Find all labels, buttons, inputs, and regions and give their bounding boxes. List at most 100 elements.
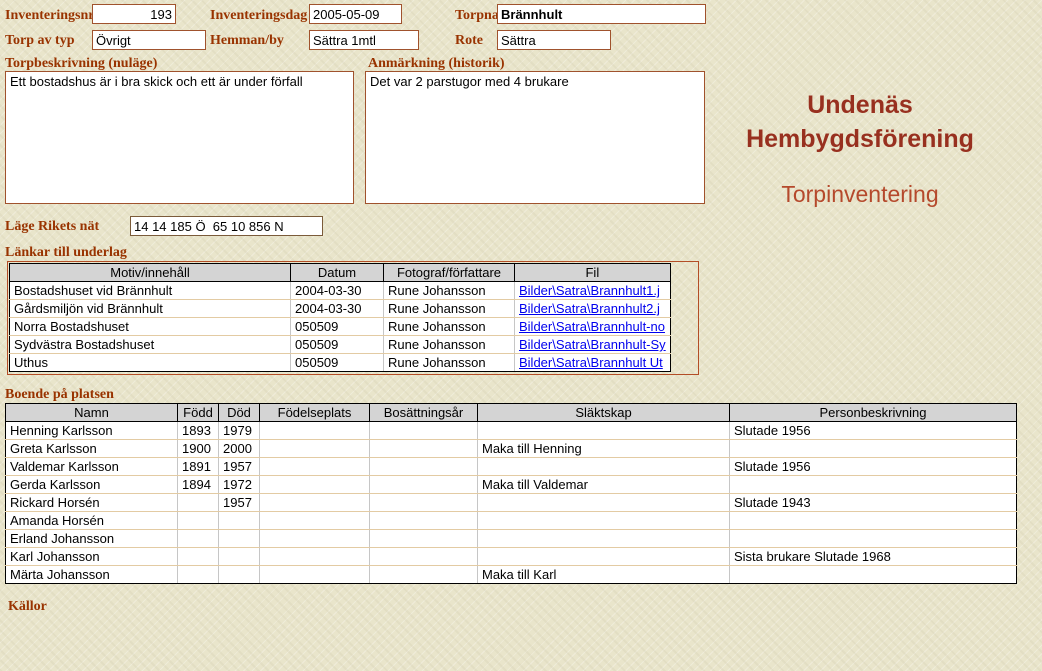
cell-slaktskap [478,512,730,530]
col-header-datum: Datum [291,264,384,282]
cell-namn: Valdemar Karlsson [6,458,178,476]
table-row: Valdemar Karlsson 1891 1957 Slutade 1956 [6,458,1017,476]
cell-fotograf: Rune Johansson [384,300,515,318]
rote-input[interactable] [497,30,611,50]
cell-namn: Erland Johansson [6,530,178,548]
col-header-bosattningsar: Bosättningsår [370,404,478,422]
col-header-personbeskrivning: Personbeskrivning [730,404,1017,422]
cell-dod [219,548,260,566]
inventeringsnr-input[interactable] [92,4,176,24]
col-header-fotograf: Fotograf/författare [384,264,515,282]
cell-personbeskrivning [730,530,1017,548]
hemman-by-input[interactable] [309,30,419,50]
links-table-container: Motiv/innehåll Datum Fotograf/författare… [7,261,699,375]
cell-dod [219,530,260,548]
table-row: Rickard Horsén 1957 Slutade 1943 [6,494,1017,512]
cell-fodd: 1894 [178,476,219,494]
anmarkning-label: Anmärkning (historik) [368,56,505,72]
cell-fil: Bilder\Satra\Brannhult2.j [515,300,671,318]
file-link[interactable]: Bilder\Satra\Brannhult1.j [519,283,660,298]
cell-namn: Henning Karlsson [6,422,178,440]
cell-fodd [178,494,219,512]
hemman-by-label: Hemman/by [210,33,284,49]
cell-fotograf: Rune Johansson [384,282,515,300]
table-row: Henning Karlsson 1893 1979 Slutade 1956 [6,422,1017,440]
anmarkning-textarea[interactable]: Det var 2 parstugor med 4 brukare [365,71,705,204]
cell-bosattningsar [370,458,478,476]
torp-av-typ-input[interactable] [92,30,206,50]
cell-bosattningsar [370,548,478,566]
torp-av-typ-label: Torp av typ [5,33,75,49]
cell-dod: 1979 [219,422,260,440]
table-row: Märta Johansson Maka till Karl [6,566,1017,584]
cell-fodd [178,512,219,530]
cell-fotograf: Rune Johansson [384,336,515,354]
col-header-fodd: Född [178,404,219,422]
links-table: Motiv/innehåll Datum Fotograf/författare… [9,263,671,372]
page-subtitle: Torpinventering [700,181,1020,207]
cell-datum: 050509 [291,318,384,336]
cell-datum: 050509 [291,336,384,354]
file-link[interactable]: Bilder\Satra\Brannhult-no [519,319,665,334]
residents-section-heading: Boende på platsen [5,387,114,403]
cell-motiv: Sydvästra Bostadshuset [10,336,291,354]
col-header-fil: Fil [515,264,671,282]
cell-namn: Gerda Karlsson [6,476,178,494]
org-title-block: Undenäs Hembygdsförening Torpinventering [700,88,1020,207]
table-row: Erland Johansson [6,530,1017,548]
file-link[interactable]: Bilder\Satra\Brannhult-Sy [519,337,666,352]
inventeringsdag-input[interactable] [309,4,402,24]
cell-slaktskap [478,458,730,476]
table-row: Amanda Horsén [6,512,1017,530]
cell-slaktskap: Maka till Valdemar [478,476,730,494]
cell-personbeskrivning [730,476,1017,494]
table-row: Sydvästra Bostadshuset 050509 Rune Johan… [10,336,671,354]
torpnamn-input[interactable] [497,4,706,24]
cell-fodelseplats [260,458,370,476]
cell-bosattningsar [370,440,478,458]
cell-datum: 2004-03-30 [291,300,384,318]
cell-dod: 2000 [219,440,260,458]
cell-namn: Märta Johansson [6,566,178,584]
cell-fodelseplats [260,512,370,530]
torpbeskrivning-textarea[interactable]: Ett bostadshus är i bra skick och ett är… [5,71,354,204]
cell-fodelseplats [260,530,370,548]
cell-dod [219,566,260,584]
inventeringsdag-label: Inventeringsdag [210,8,307,24]
cell-fil: Bilder\Satra\Brannhult-no [515,318,671,336]
cell-slaktskap [478,422,730,440]
cell-personbeskrivning: Slutade 1956 [730,458,1017,476]
inventeringsnr-label: Inventeringsnr [5,8,94,24]
col-header-dod: Död [219,404,260,422]
cell-fodd: 1891 [178,458,219,476]
cell-bosattningsar [370,566,478,584]
file-link[interactable]: Bilder\Satra\Brannhult Ut [519,355,663,370]
torpbeskrivning-label: Torpbeskrivning (nuläge) [5,56,157,72]
cell-slaktskap [478,494,730,512]
links-section-heading: Länkar till underlag [5,245,127,261]
cell-motiv: Gårdsmiljön vid Brännhult [10,300,291,318]
cell-namn: Greta Karlsson [6,440,178,458]
table-row: Bostadshuset vid Brännhult 2004-03-30 Ru… [10,282,671,300]
col-header-motiv: Motiv/innehåll [10,264,291,282]
cell-fodelseplats [260,566,370,584]
lage-rikets-nat-input[interactable] [130,216,323,236]
table-row: Norra Bostadshuset 050509 Rune Johansson… [10,318,671,336]
cell-fodd [178,548,219,566]
cell-namn: Rickard Horsén [6,494,178,512]
cell-personbeskrivning [730,566,1017,584]
cell-fil: Bilder\Satra\Brannhult1.j [515,282,671,300]
cell-personbeskrivning: Slutade 1943 [730,494,1017,512]
cell-bosattningsar [370,422,478,440]
table-row: Greta Karlsson 1900 2000 Maka till Henni… [6,440,1017,458]
cell-namn: Amanda Horsén [6,512,178,530]
cell-fotograf: Rune Johansson [384,354,515,372]
cell-fodelseplats [260,476,370,494]
file-link[interactable]: Bilder\Satra\Brannhult2.j [519,301,660,316]
residents-table: Namn Född Död Födelseplats Bosättningsår… [5,403,1017,584]
cell-fodelseplats [260,494,370,512]
cell-fodelseplats [260,548,370,566]
cell-personbeskrivning: Sista brukare Slutade 1968 [730,548,1017,566]
cell-datum: 050509 [291,354,384,372]
col-header-slaktskap: Släktskap [478,404,730,422]
